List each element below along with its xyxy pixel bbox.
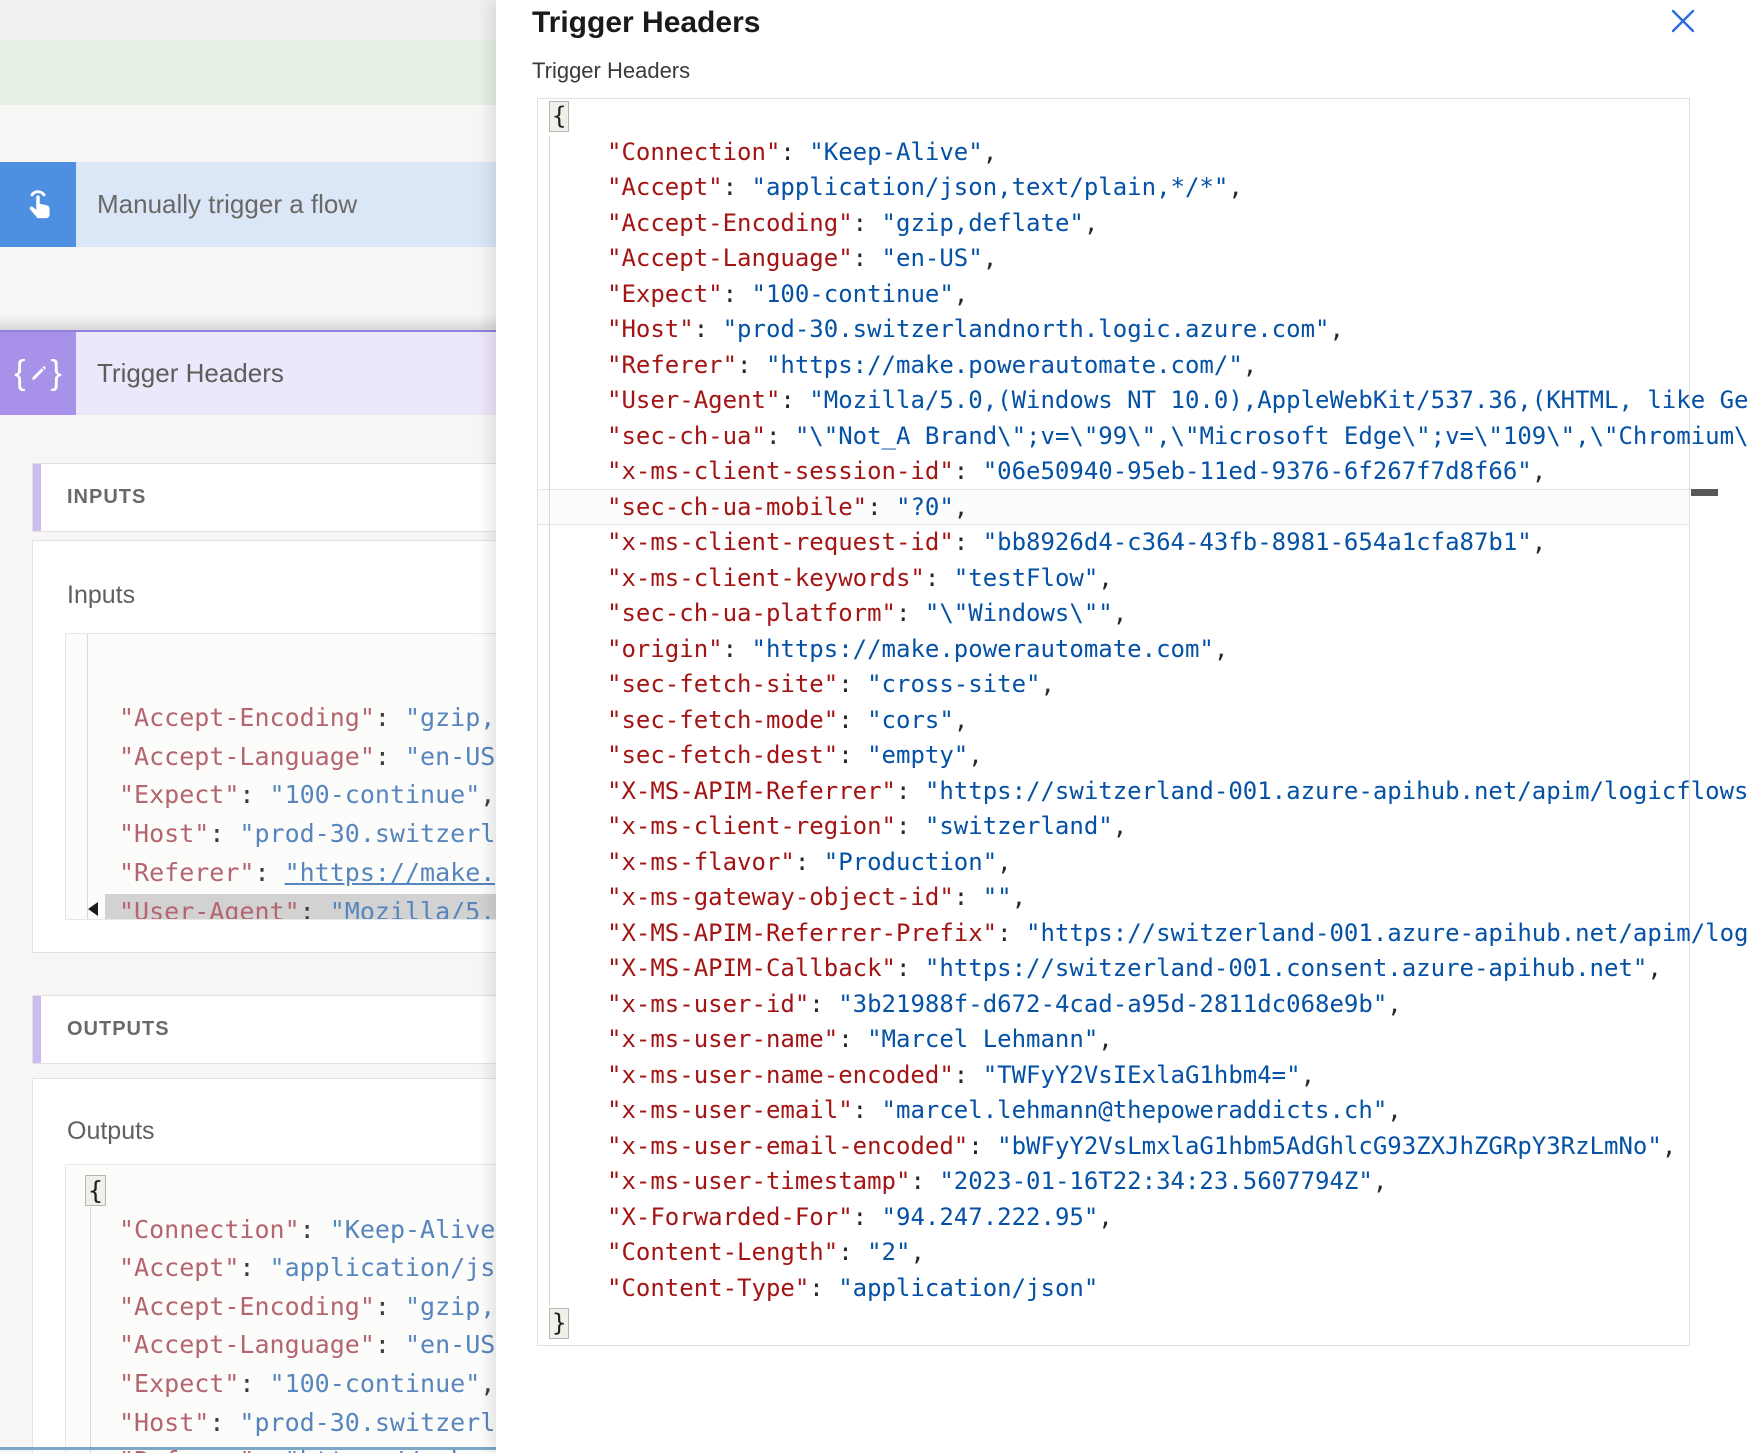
panel-subtitle: Trigger Headers xyxy=(532,58,690,84)
indent-guide xyxy=(87,634,88,919)
inputs-label: Inputs xyxy=(67,581,135,610)
outputs-label: Outputs xyxy=(67,1117,155,1146)
outputs-section-header[interactable]: OUTPUTS xyxy=(32,995,496,1064)
flow-designer-region: Manually trigger a flow {} Trigger Heade… xyxy=(0,0,496,1453)
manual-trigger-card[interactable]: Manually trigger a flow xyxy=(0,162,496,247)
manual-trigger-label: Manually trigger a flow xyxy=(76,162,496,247)
trigger-headers-card[interactable]: {} Trigger Headers xyxy=(0,330,496,415)
outputs-code-editor[interactable]: {"Connection": "Keep-Alive","Accept": "a… xyxy=(65,1164,496,1453)
inputs-content-box: Inputs "Accept-Encoding": "gzip,deflate"… xyxy=(32,540,496,953)
inputs-header-label: INPUTS xyxy=(67,486,146,509)
outputs-content-box: Outputs {"Connection": "Keep-Alive","Acc… xyxy=(32,1078,496,1453)
overview-ruler-marker[interactable] xyxy=(1691,489,1718,496)
inputs-accent-bar xyxy=(33,464,41,531)
bottom-edge-line xyxy=(0,1447,496,1450)
trigger-headers-panel: Trigger Headers Trigger Headers {"Connec… xyxy=(496,0,1749,1453)
outputs-json-lines: {"Connection": "Keep-Alive","Accept": "a… xyxy=(85,1172,496,1453)
success-banner-band xyxy=(0,40,496,105)
compose-action-icon: {} xyxy=(0,332,76,415)
trigger-headers-card-label: Trigger Headers xyxy=(76,332,496,415)
power-automate-run-page: Manually trigger a flow {} Trigger Heade… xyxy=(0,0,1749,1453)
pencil-icon xyxy=(29,364,48,383)
card-shadow xyxy=(0,314,496,330)
inputs-code-editor[interactable]: "Accept-Encoding": "gzip,deflate","Accep… xyxy=(65,633,496,920)
outputs-accent-bar xyxy=(33,996,41,1063)
outputs-header-label: OUTPUTS xyxy=(67,1018,170,1041)
touch-hand-icon xyxy=(17,184,59,226)
panel-title: Trigger Headers xyxy=(532,6,760,40)
close-icon[interactable] xyxy=(1666,4,1700,38)
caret-marker-icon xyxy=(88,902,98,916)
headers-json-lines: {"Connection": "Keep-Alive","Accept": "a… xyxy=(549,99,1749,1342)
top-toolbar-band xyxy=(0,0,496,40)
inputs-section-header[interactable]: INPUTS xyxy=(32,463,496,532)
manual-trigger-icon xyxy=(0,162,76,247)
inputs-json-lines: "Accept-Encoding": "gzip,deflate","Accep… xyxy=(119,699,496,920)
